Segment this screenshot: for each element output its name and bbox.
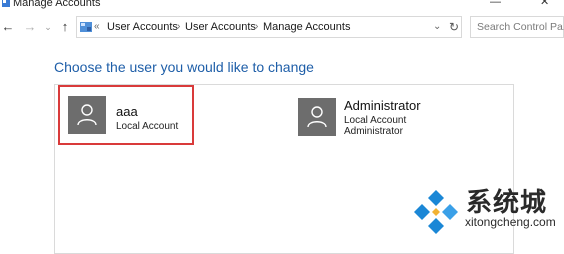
account-role: Administrator xyxy=(344,126,403,137)
breadcrumb-user-accounts-2[interactable]: User Accounts xyxy=(185,20,256,34)
breadcrumb-user-accounts-1[interactable]: User Accounts xyxy=(107,20,178,34)
user-avatar-icon xyxy=(68,96,106,134)
refresh-icon[interactable]: ↻ xyxy=(446,19,462,35)
forward-arrow-icon[interactable]: → xyxy=(22,19,38,35)
watermark: 系统城 xitongcheng.com xyxy=(410,186,564,240)
page-heading: Choose the user you would like to change xyxy=(54,59,314,75)
title-bar: Manage Accounts — ✕ xyxy=(0,0,564,12)
breadcrumb-overflow[interactable]: « xyxy=(94,20,100,34)
close-button[interactable]: ✕ xyxy=(540,0,549,8)
xitongcheng-logo-icon xyxy=(414,190,458,234)
account-type: Local Account xyxy=(116,121,179,132)
up-arrow-icon[interactable]: ↑ xyxy=(57,19,73,35)
account-name: Administrator xyxy=(344,98,421,113)
breadcrumb-separator[interactable]: › xyxy=(255,20,258,34)
search-placeholder: Search Control Pa... xyxy=(477,21,564,33)
breadcrumb-manage-accounts[interactable]: Manage Accounts xyxy=(263,20,350,34)
watermark-brand: 系统城 xyxy=(466,188,548,218)
back-arrow-icon[interactable]: ← xyxy=(0,19,16,35)
account-name: aaa xyxy=(116,104,138,119)
control-panel-icon xyxy=(2,0,10,7)
window-title: Manage Accounts xyxy=(13,0,101,9)
account-type: Local Account xyxy=(344,115,407,126)
minimize-button[interactable]: — xyxy=(490,0,501,8)
user-avatar-icon xyxy=(298,98,336,136)
control-panel-icon xyxy=(80,22,92,32)
address-dropdown-icon[interactable]: ⌄ xyxy=(433,20,441,34)
chevron-down-icon[interactable]: ⌄ xyxy=(40,19,56,35)
address-bar[interactable]: « User Accounts › User Accounts › Manage… xyxy=(76,16,462,38)
watermark-url: xitongcheng.com xyxy=(465,215,556,229)
breadcrumb-separator[interactable]: › xyxy=(177,20,180,34)
search-input[interactable]: Search Control Pa... xyxy=(470,16,564,38)
